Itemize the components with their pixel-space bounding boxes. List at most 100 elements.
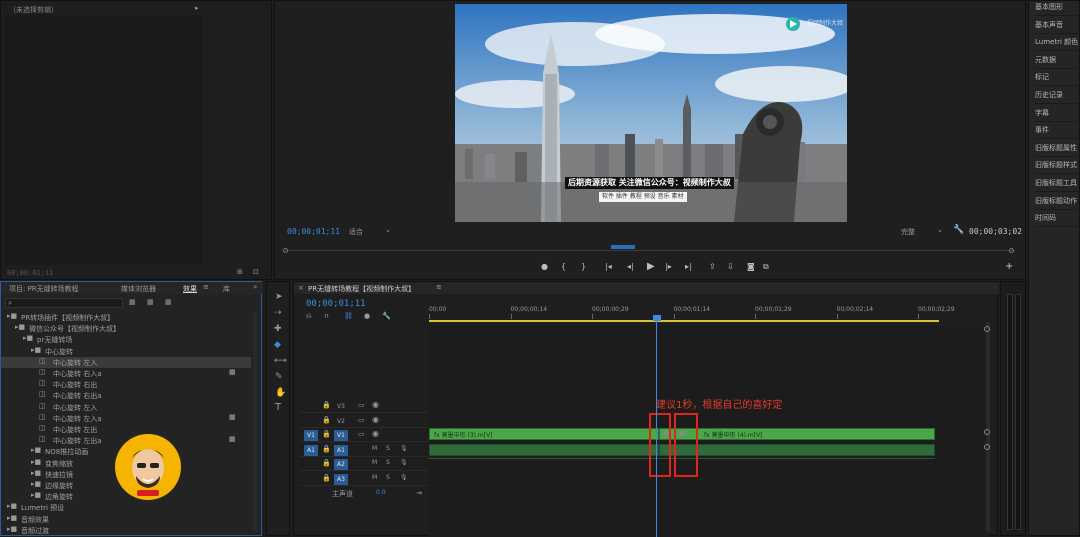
lock-icon[interactable]: 🔒 — [322, 401, 331, 409]
track-name[interactable]: A1 — [334, 444, 348, 456]
program-quality-dropdown[interactable]: 完整 — [901, 227, 915, 237]
source-settings-icon[interactable]: ⊞ — [237, 268, 243, 276]
track-name[interactable]: V3 — [334, 401, 348, 412]
program-fit-dropdown[interactable]: 适合 — [349, 227, 363, 237]
video-clip-left[interactable]: fx 莫墨中形 (3).m[V] — [429, 428, 659, 440]
tab-media-browser[interactable]: 媒体浏览器 — [121, 284, 156, 294]
sync-lock-icon[interactable]: ▭ — [358, 401, 365, 409]
right-panel-item[interactable]: 标记 — [1035, 72, 1080, 87]
timeline-playhead-marker[interactable] — [653, 315, 661, 321]
track-header-a3[interactable]: 🔒 A3 M S 🎙 — [300, 473, 428, 486]
timeline-current-time[interactable]: 00;00;01;11 — [306, 299, 366, 309]
master-value[interactable]: 0.0 — [376, 489, 386, 496]
track-header-a1[interactable]: A1 🔒 A1 M S 🎙 — [300, 444, 428, 457]
right-panel-item[interactable]: 事件 — [1035, 125, 1080, 140]
right-panel-item[interactable]: 旧版标题动作 — [1035, 196, 1080, 210]
source-patch-a1[interactable]: A1 — [304, 444, 318, 456]
program-current-time[interactable]: 00;00;01;11 — [287, 227, 340, 236]
transition-marker-1[interactable] — [664, 431, 669, 436]
source-patch-v1[interactable]: V1 — [304, 430, 318, 441]
vertical-scrollbar[interactable] — [986, 322, 990, 532]
tab-effects-menu-icon[interactable]: ≡ — [203, 283, 209, 291]
fit-chevron-down-icon[interactable]: ⌄ — [385, 226, 391, 234]
mute-button[interactable]: M — [372, 459, 377, 466]
tree-item[interactable]: ◫ 中心旋转 右入a ▦ — [1, 368, 251, 379]
export-frame-camera-icon[interactable]: ◙ — [747, 262, 755, 271]
add-marker-icon[interactable]: ● — [541, 262, 548, 271]
timeline-settings-icon[interactable]: 🔧 — [382, 312, 391, 320]
program-scrubber-bar[interactable] — [285, 250, 1015, 251]
program-playhead[interactable] — [611, 245, 635, 249]
mute-button[interactable]: M — [372, 445, 377, 452]
master-track-header[interactable]: 主声道 0.0 ⇥ — [322, 489, 432, 501]
master-end-icon[interactable]: ⇥ — [416, 489, 422, 497]
play-icon[interactable]: ▶ — [647, 261, 655, 272]
tree-item[interactable]: ▸■ pr无缝转场 — [1, 334, 251, 345]
nest-icon[interactable]: ⎌ — [306, 312, 312, 321]
quality-chevron-down-icon[interactable]: ⌄ — [937, 226, 943, 234]
add-marker-timeline-icon[interactable]: ● — [364, 312, 370, 320]
tree-item[interactable]: ◫ 中心旋转 右出 — [1, 379, 251, 390]
lock-icon[interactable]: 🔒 — [322, 459, 331, 467]
slip-tool-icon[interactable]: ⟷ — [274, 356, 287, 366]
track-header-a2[interactable]: 🔒 A2 M S 🎙 — [300, 458, 428, 471]
source-expand-icon[interactable]: ⊡ — [253, 268, 259, 276]
step-back-icon[interactable]: ◂| — [627, 262, 634, 271]
lock-icon[interactable]: 🔒 — [322, 474, 331, 482]
right-panel-item[interactable]: 旧版标题样式 — [1035, 160, 1080, 175]
tree-item[interactable]: ◫ 中心旋转 左入 — [1, 402, 251, 413]
tab-project[interactable]: 项目: PR无缝转场教程 — [9, 284, 79, 294]
program-video-frame[interactable] — [455, 4, 847, 222]
sequence-menu-icon[interactable]: ≡ — [436, 283, 442, 291]
source-menu-arrow-icon[interactable]: ▸ — [195, 4, 199, 12]
type-tool-icon[interactable]: T — [275, 402, 281, 413]
snap-icon[interactable]: ∩ — [324, 312, 329, 320]
right-panel-item[interactable]: 基本声音 — [1035, 20, 1080, 34]
tree-item[interactable]: ▸■ PR转场插件【视频制作大叔】 — [1, 312, 251, 323]
lift-icon[interactable]: ⇪ — [709, 262, 716, 271]
track-select-tool-icon[interactable]: ⇢ — [274, 308, 282, 318]
tree-item[interactable]: ▸■ 音频过渡 — [1, 525, 251, 536]
track-header-v1[interactable]: V1 🔒 V1 ▭ ◉ — [300, 429, 428, 442]
comparison-view-icon[interactable]: ⧉ — [763, 262, 769, 272]
tree-item[interactable]: ▸■ 微信公众号【视频制作大叔】 — [1, 323, 251, 334]
tree-item[interactable]: ◫ 中心旋转 左入 — [1, 356, 251, 368]
audio-clip-right[interactable] — [659, 444, 935, 456]
audio-clip-left[interactable] — [429, 444, 659, 456]
tab-effects[interactable]: 效果 — [183, 284, 197, 294]
zoom-handle-b[interactable] — [984, 444, 990, 450]
eye-icon[interactable]: ◉ — [372, 400, 379, 409]
razor-tool-icon[interactable]: ◆ — [274, 340, 281, 350]
video-clip-right[interactable]: fx 莫墨中形 (4).m[V] — [659, 428, 935, 440]
track-name[interactable]: V1 — [334, 430, 348, 441]
source-title[interactable]: （未选择剪辑） — [9, 5, 58, 15]
sequence-tab[interactable]: PR无缝转场教程【视频制作大叔】 — [308, 284, 415, 294]
track-header-v3[interactable]: 🔒 V3 ▭ ◉ — [300, 400, 428, 413]
effects-search-input[interactable]: ⌕ — [5, 298, 123, 308]
mute-button[interactable]: M — [372, 474, 377, 481]
yuv-effects-icon[interactable]: ▦ — [165, 298, 172, 306]
track-name[interactable]: A2 — [334, 459, 348, 470]
right-panel-item[interactable]: 旧版标题属性 — [1035, 143, 1080, 157]
voice-over-icon[interactable]: 🎙 — [400, 459, 408, 466]
effects-scrollbar[interactable] — [253, 312, 257, 532]
lock-icon[interactable]: 🔒 — [322, 445, 331, 453]
tree-item[interactable]: ▸■ 中心旋转 — [1, 346, 251, 357]
right-panel-item[interactable]: Lumetri 颜色 — [1035, 37, 1080, 52]
solo-button[interactable]: S — [386, 445, 390, 452]
work-area-bar[interactable] — [429, 320, 939, 322]
go-to-out-icon[interactable]: ▸| — [685, 262, 692, 271]
sync-lock-icon[interactable]: ▭ — [358, 430, 365, 438]
right-panel-item[interactable]: 旧版标题工具 — [1035, 178, 1080, 192]
right-panel-item[interactable]: 元数据 — [1035, 55, 1080, 69]
ripple-edit-tool-icon[interactable]: ✚ — [274, 324, 282, 334]
mark-in-icon[interactable]: { — [561, 262, 566, 271]
zoom-handle-top[interactable] — [984, 326, 990, 332]
solo-button[interactable]: S — [386, 459, 390, 466]
right-panel-item[interactable]: 基本图形 — [1035, 2, 1080, 16]
zoom-handle-a[interactable] — [984, 429, 990, 435]
selection-tool-icon[interactable]: ➤ — [275, 292, 283, 302]
solo-button[interactable]: S — [386, 474, 390, 481]
right-panel-item[interactable]: 历史记录 — [1035, 90, 1080, 104]
pen-tool-icon[interactable]: ✎ — [275, 372, 283, 382]
